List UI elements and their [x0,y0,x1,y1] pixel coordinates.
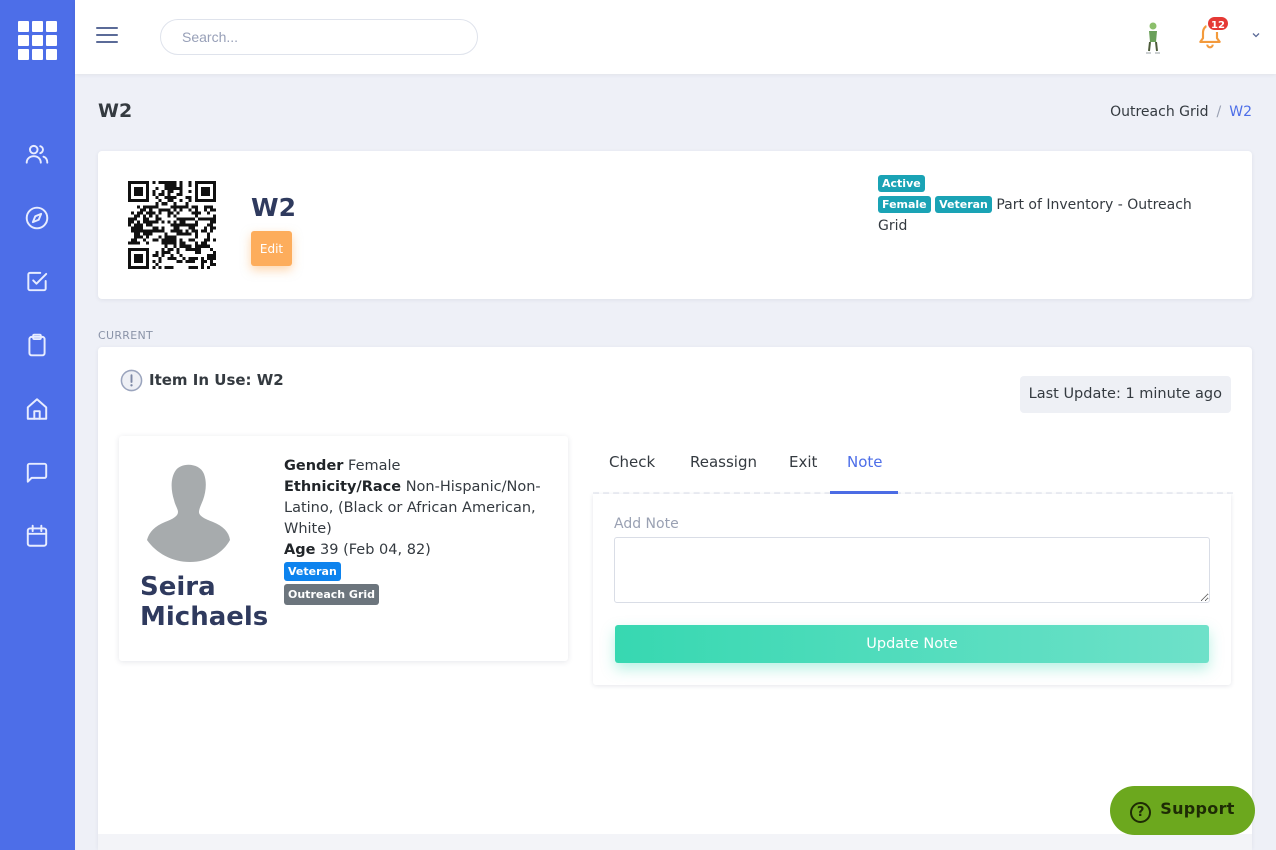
person-card: Seira Michaels Gender Female Ethnicity/R… [119,436,568,661]
support-button[interactable]: ? Support [1110,786,1255,835]
page-title: W2 [98,100,133,122]
info-icon [120,369,143,392]
tab-reassign[interactable]: Reassign [690,453,757,471]
gender-label: Gender [284,458,344,474]
action-tabs: Check Reassign Exit Note [593,436,1233,494]
chevron-down-icon[interactable] [1251,30,1261,40]
support-label: Support [1160,798,1235,818]
status-badge: Active [878,175,925,192]
note-panel: Add Note Update Note [593,494,1231,685]
users-icon[interactable] [24,141,50,167]
card-footer [98,834,1252,850]
gender-value: Female [348,458,401,474]
user-avatar-icon[interactable] [1139,20,1167,56]
tag-badge-veteran: Veteran [935,196,992,213]
item-status: Active Female Veteran Part of Inventory … [878,174,1218,237]
compass-icon[interactable] [24,205,50,231]
home-icon[interactable] [24,396,50,422]
calendar-icon[interactable] [24,523,50,549]
current-card: Item In Use: W2 Last Update: 1 minute ag… [98,347,1252,850]
message-icon[interactable] [24,460,50,486]
section-label-current: CURRENT [98,329,154,342]
clipboard-icon[interactable] [24,332,50,358]
person-info: Gender Female Ethnicity/Race Non-Hispani… [284,456,549,605]
qr-code [128,181,216,269]
last-update: Last Update: 1 minute ago [1019,376,1231,413]
checkbox-icon[interactable] [24,268,50,294]
sidebar [0,0,75,850]
note-textarea[interactable] [614,537,1210,603]
item-card: W2 Edit Active Female Veteran Part of In… [98,151,1252,299]
age-label: Age [284,542,316,558]
notification-badge: 12 [1206,15,1230,32]
breadcrumb-separator: / [1216,104,1222,120]
item-name: W2 [251,193,296,222]
apps-grid-icon[interactable] [18,21,57,60]
edit-button[interactable]: Edit [251,231,292,266]
breadcrumb-parent[interactable]: Outreach Grid [1110,104,1208,120]
person-avatar-icon [147,464,230,562]
group-badge: Outreach Grid [284,584,380,605]
menu-icon[interactable] [96,27,118,45]
update-note-button[interactable]: Update Note [615,625,1209,663]
person-name: Seira Michaels [140,572,269,632]
help-icon: ? [1130,801,1152,823]
search-input[interactable] [160,19,478,55]
add-note-label: Add Note [614,516,679,532]
breadcrumb-current: W2 [1229,104,1252,120]
tab-exit[interactable]: Exit [789,453,817,471]
topbar: 12 [75,0,1276,74]
tab-check[interactable]: Check [609,453,655,471]
item-in-use-title: Item In Use: W2 [149,371,284,389]
veteran-badge: Veteran [284,562,341,581]
breadcrumb: Outreach Grid / W2 [1110,104,1252,120]
age-value: 39 (Feb 04, 82) [320,542,431,558]
tag-badge-female: Female [878,196,931,213]
ethnicity-label: Ethnicity/Race [284,479,402,495]
tab-note[interactable]: Note [847,453,883,471]
